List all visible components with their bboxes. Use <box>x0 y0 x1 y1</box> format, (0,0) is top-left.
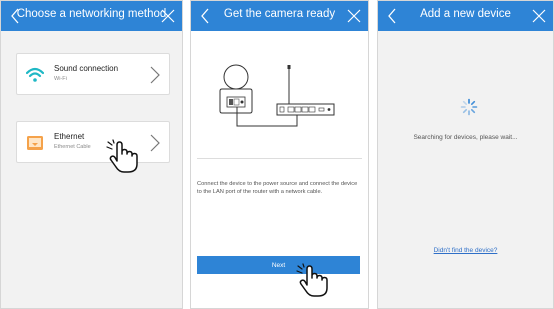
pointing-hand-icon <box>104 139 142 180</box>
camera-router-illustration <box>211 53 336 138</box>
option-ethernet[interactable]: Ethernet Ethernet Cable <box>16 121 170 163</box>
top-bar: Add a new device <box>378 1 553 31</box>
close-icon[interactable] <box>344 5 364 27</box>
next-button[interactable]: Next <box>197 256 360 274</box>
choose-networking-screen: Choose a networking method Sound connect… <box>0 0 183 309</box>
add-device-screen: Add a new device Searching for devices, … <box>377 0 554 309</box>
pointing-hand-icon <box>294 263 332 304</box>
ethernet-icon <box>26 134 44 152</box>
top-bar: Choose a networking method <box>1 1 182 31</box>
divider <box>197 158 362 159</box>
setup-flow-screenshots: Choose a networking method Sound connect… <box>0 0 554 309</box>
loading-spinner-icon <box>460 98 478 116</box>
chevron-right-icon <box>149 65 161 85</box>
chevron-right-icon <box>149 133 161 153</box>
search-status-text: Searching for devices, please wait... <box>413 134 518 141</box>
page-title: Choose a networking method <box>16 8 167 20</box>
setup-instructions: Connect the device to the power source a… <box>197 181 358 195</box>
close-icon[interactable] <box>529 5 549 27</box>
option-sound-connection[interactable]: Sound connection Wi-Fi <box>16 53 170 95</box>
page-title: Add a new device <box>420 8 511 20</box>
option-label: Ethernet <box>54 132 85 141</box>
option-label: Sound connection <box>54 64 119 73</box>
close-icon[interactable] <box>158 5 178 27</box>
device-not-found-link[interactable]: Didn't find the device? <box>378 247 553 254</box>
option-sublabel: Ethernet Cable <box>54 144 91 150</box>
wifi-icon <box>25 66 45 84</box>
camera-ready-screen: Get the camera ready Connect the device … <box>190 0 369 309</box>
option-sublabel: Wi-Fi <box>54 76 67 82</box>
page-title: Get the camera ready <box>223 8 336 20</box>
top-bar: Get the camera ready <box>191 1 368 31</box>
